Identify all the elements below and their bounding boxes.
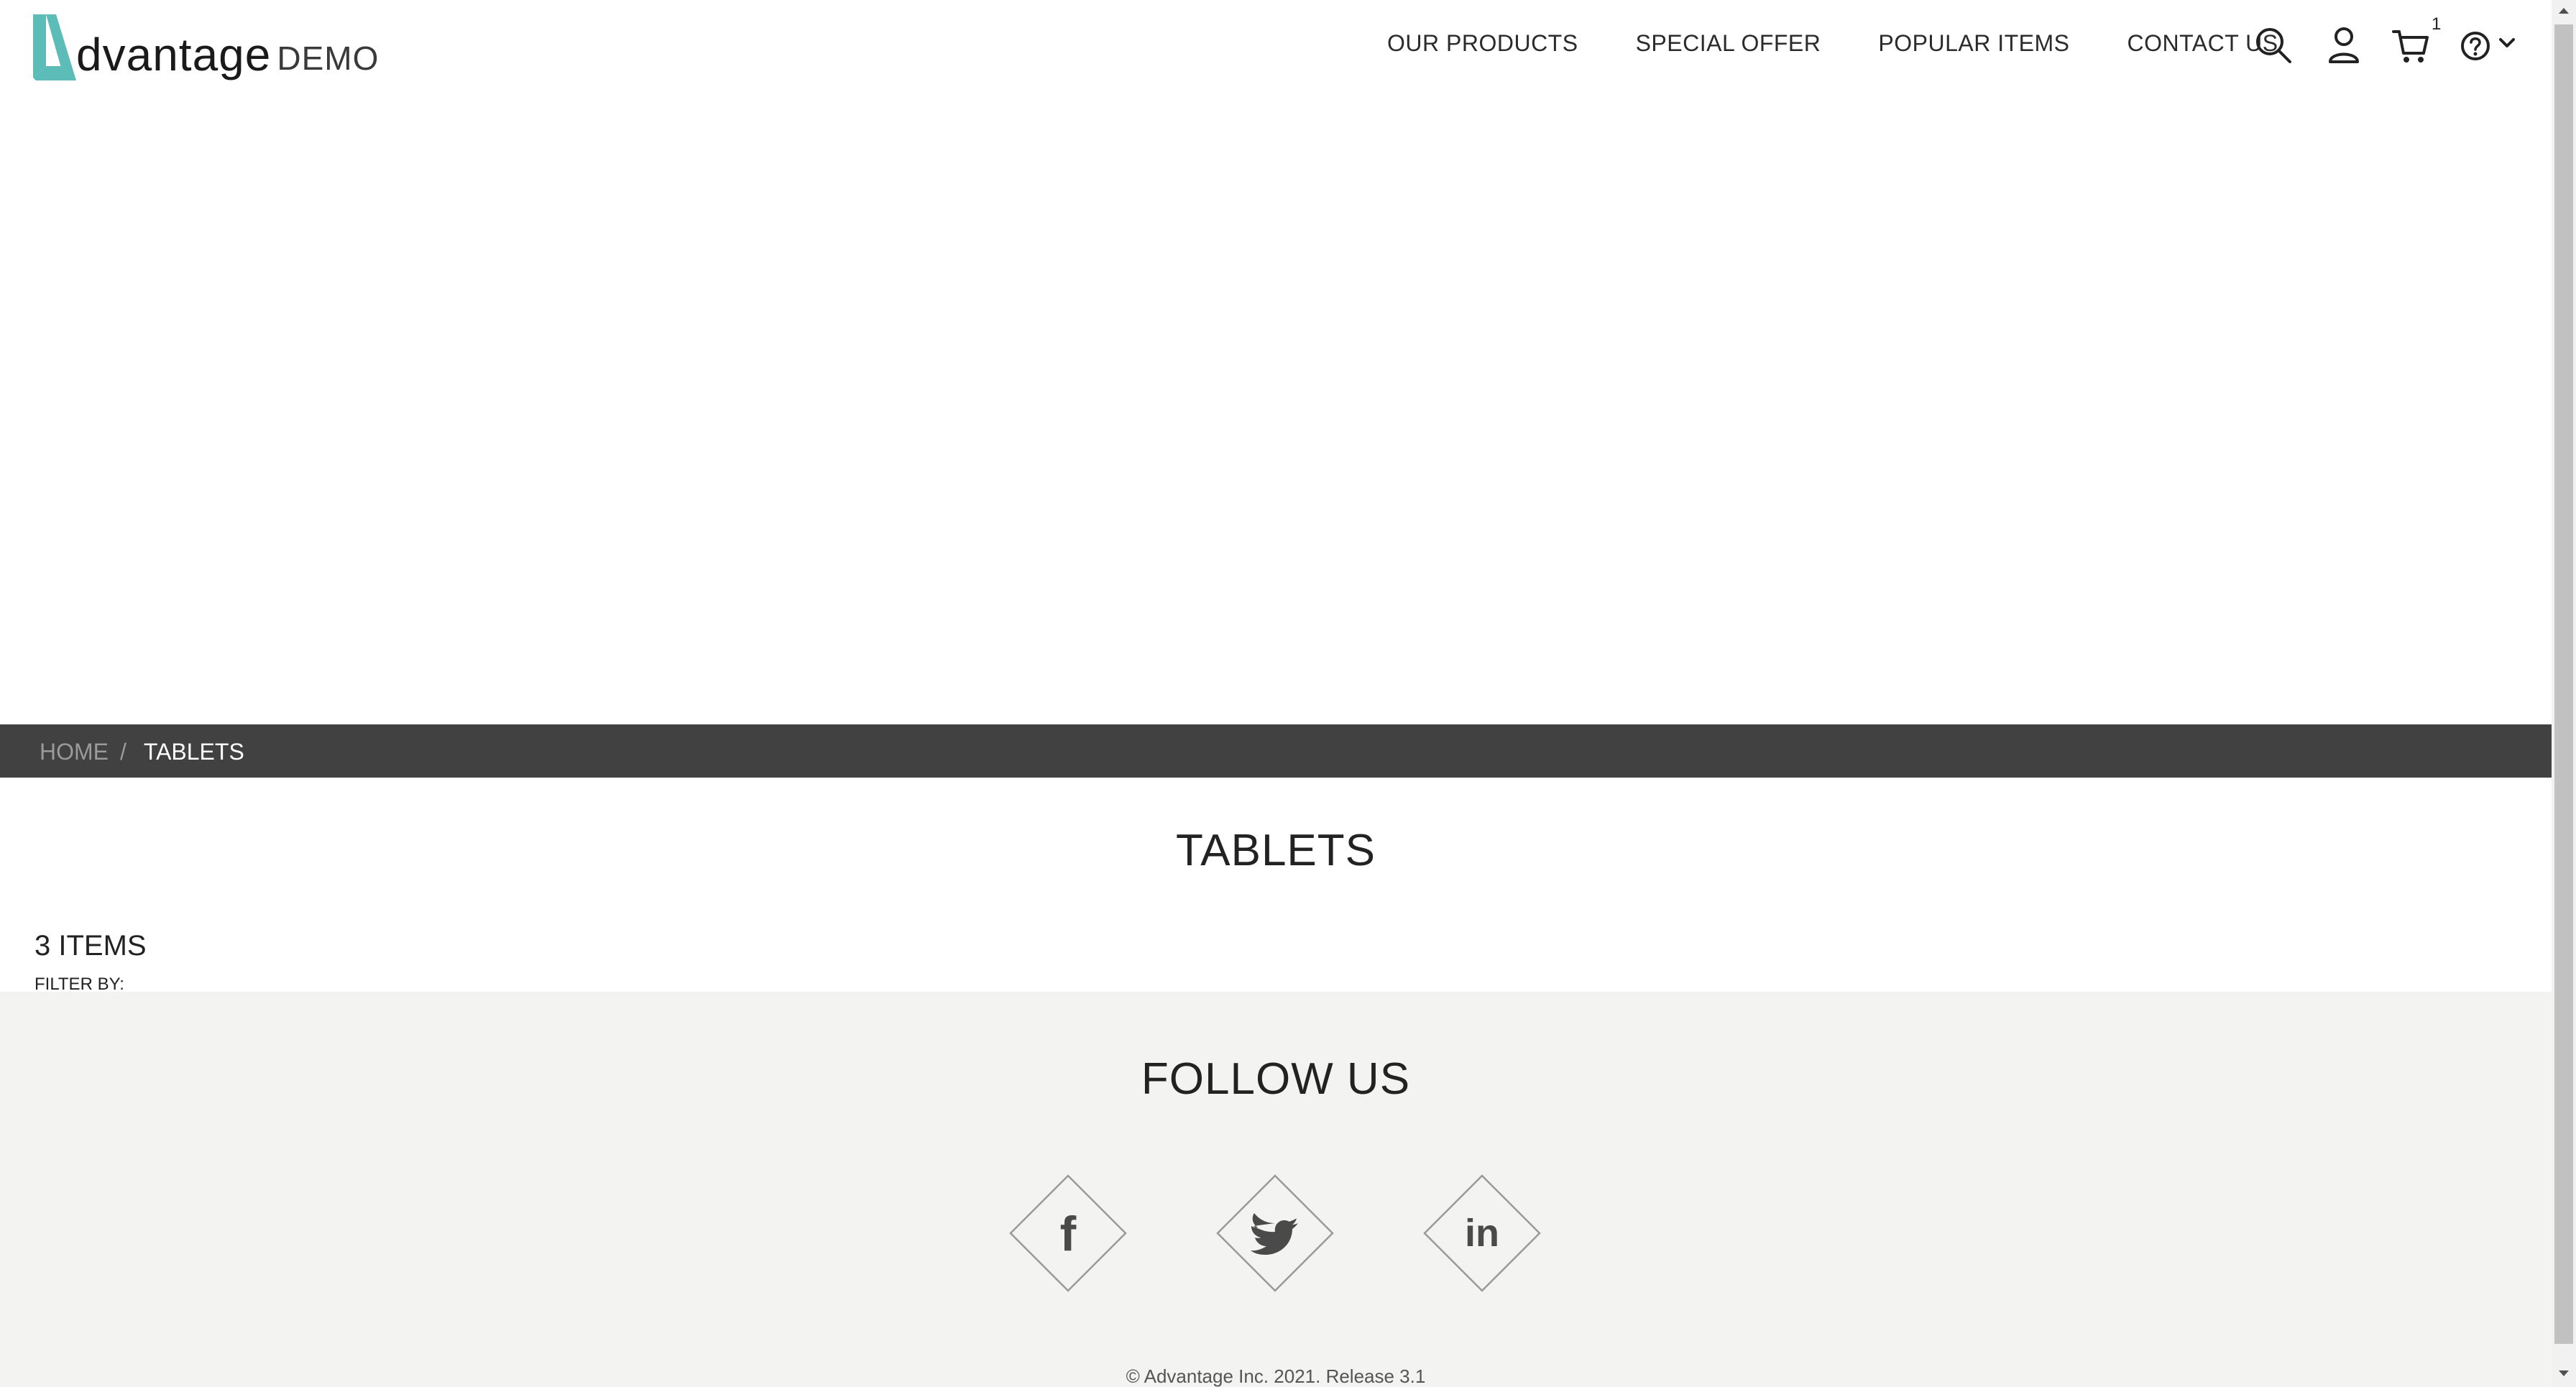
logo[interactable]: dvantage DEMO xyxy=(32,13,379,80)
svg-text:in: in xyxy=(1465,1212,1499,1255)
copyright-text: © Advantage Inc. 2021. Release 3.1 xyxy=(1126,1365,1426,1387)
help-icon[interactable] xyxy=(2460,26,2493,68)
nav-special-offer[interactable]: SPECIAL OFFER xyxy=(1636,30,1821,57)
vertical-scrollbar[interactable] xyxy=(2552,0,2576,1387)
facebook-icon[interactable]: f xyxy=(1009,1174,1127,1292)
header: dvantage DEMO OUR PRODUCTS SPECIAL OFFER… xyxy=(0,0,2552,95)
scroll-down-icon[interactable] xyxy=(2559,1370,2569,1376)
items-count: 3 ITEMS xyxy=(34,930,147,962)
breadcrumb-separator: / xyxy=(120,739,126,765)
scroll-up-icon[interactable] xyxy=(2559,8,2569,14)
page: dvantage DEMO OUR PRODUCTS SPECIAL OFFER… xyxy=(0,0,2576,1387)
category-banner xyxy=(0,95,2552,724)
filter-by-label[interactable]: FILTER BY: xyxy=(34,974,124,992)
linkedin-icon[interactable]: in xyxy=(1423,1174,1541,1292)
scroll-thumb[interactable] xyxy=(2554,24,2573,1344)
logo-demo-text: DEMO xyxy=(277,40,380,77)
user-icon[interactable] xyxy=(2327,26,2360,68)
advantage-logo-icon xyxy=(32,14,79,80)
main-nav: OUR PRODUCTS SPECIAL OFFER POPULAR ITEMS… xyxy=(1387,30,2278,57)
breadcrumb-bar: HOME / TABLETS xyxy=(0,724,2552,778)
twitter-icon[interactable] xyxy=(1216,1174,1334,1292)
follow-us-title: FOLLOW US xyxy=(1141,1054,1411,1104)
logo-brand-text: dvantage xyxy=(76,29,272,80)
page-title: TABLETS xyxy=(1175,826,1376,875)
breadcrumb: HOME / TABLETS xyxy=(40,739,244,765)
breadcrumb-home-link[interactable]: HOME xyxy=(40,739,109,765)
svg-text:f: f xyxy=(1060,1207,1077,1261)
breadcrumb-current: TABLETS xyxy=(143,739,244,765)
footer: FOLLOW US f in © Advantage Inc. 2021. Re… xyxy=(0,992,2552,1387)
cart-count-badge: 1 xyxy=(2432,14,2442,34)
nav-our-products[interactable]: OUR PRODUCTS xyxy=(1387,30,1578,57)
chevron-down-icon[interactable] xyxy=(2498,37,2516,52)
cart-icon[interactable] xyxy=(2392,26,2429,68)
search-icon[interactable] xyxy=(2254,26,2293,68)
nav-popular-items[interactable]: POPULAR ITEMS xyxy=(1878,30,2069,57)
